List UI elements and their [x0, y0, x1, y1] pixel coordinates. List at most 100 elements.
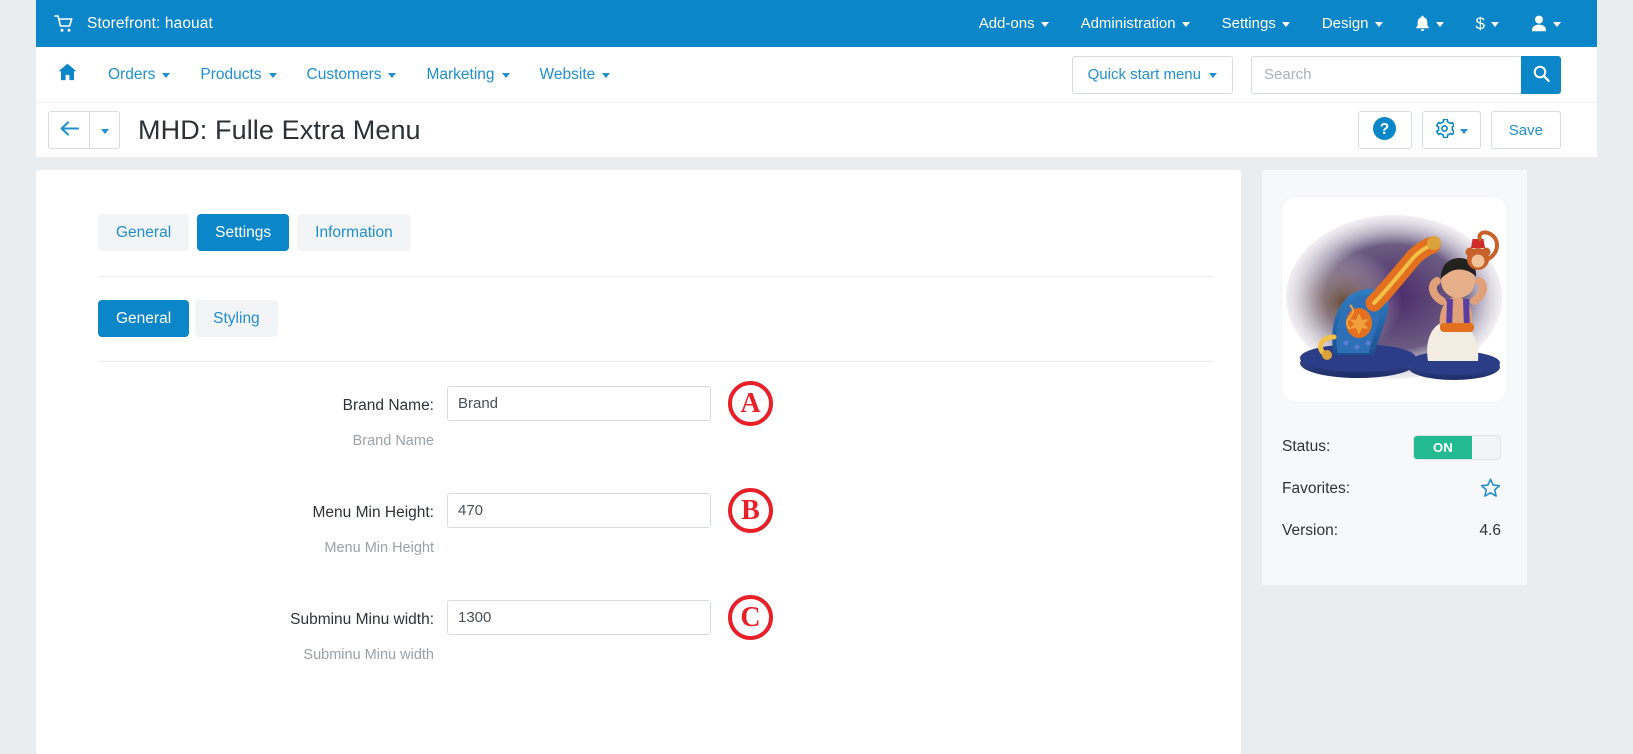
search-input[interactable]: [1251, 55, 1521, 94]
page-title: MHD: Fulle Extra Menu: [138, 114, 421, 145]
subtab-styling[interactable]: Styling: [195, 300, 278, 337]
subtabs-divider: [98, 361, 1214, 362]
user-icon: [1531, 15, 1547, 32]
menu-min-height-label: Menu Min Height:: [312, 504, 434, 521]
chevron-down-icon: [1374, 22, 1383, 27]
arrow-left-icon: [60, 121, 79, 139]
settings-form: Brand Name: A Brand Name Menu Min Height…: [36, 381, 1241, 663]
storefront-label: Storefront: haouat: [87, 14, 213, 32]
favorite-toggle-button[interactable]: [1480, 477, 1501, 501]
storefront-link[interactable]: Storefront: haouat: [36, 15, 213, 33]
nav-item-orders[interactable]: Orders: [93, 47, 185, 102]
top-menu-settings[interactable]: Settings: [1206, 0, 1306, 47]
tab-information[interactable]: Information: [297, 214, 411, 251]
chevron-down-icon: [388, 73, 397, 78]
status-toggle[interactable]: ON: [1413, 434, 1501, 460]
home-icon: [58, 63, 77, 86]
brand-name-input[interactable]: [447, 386, 711, 421]
top-menu-addons-label: Add-ons: [978, 15, 1035, 32]
app-root: Storefront: haouat Add-ons Administratio…: [0, 0, 1633, 754]
page-actions: ? Save: [1357, 111, 1597, 149]
menu-min-height-input[interactable]: [447, 493, 711, 528]
chevron-down-icon: [1435, 22, 1444, 27]
brand-name-hint: Brand Name: [352, 433, 434, 449]
nav-right-group: Quick start menu: [1071, 55, 1597, 94]
chevron-down-icon: [100, 128, 109, 134]
chevron-down-icon: [268, 73, 277, 78]
nav-item-marketing[interactable]: Marketing: [411, 47, 524, 102]
currency-icon: $: [1475, 13, 1485, 33]
top-menu-administration-label: Administration: [1080, 15, 1176, 32]
tab-settings[interactable]: Settings: [197, 214, 290, 251]
quick-start-menu-button[interactable]: Quick start menu: [1071, 55, 1233, 94]
back-button-group: [48, 111, 120, 149]
svg-text:?: ?: [1380, 121, 1389, 138]
save-button[interactable]: Save: [1490, 111, 1561, 149]
nav-item-products[interactable]: Products: [185, 47, 291, 102]
settings-gear-button[interactable]: [1421, 111, 1481, 149]
favorites-row: Favorites:: [1282, 468, 1501, 510]
version-row: Version: 4.6: [1282, 510, 1501, 552]
search-button[interactable]: [1521, 55, 1561, 94]
main-nav: Orders Products Customers Marketing Webs…: [36, 47, 1597, 102]
gear-icon: [1435, 118, 1456, 141]
nav-item-customers-label: Customers: [306, 65, 382, 83]
annotation-marker-b: B: [728, 488, 773, 533]
submenu-min-width-hint: Subminu Minu width: [303, 647, 434, 663]
submenu-min-width-label: Subminu Minu width:: [290, 611, 434, 628]
top-bar-menus: Add-ons Administration Settings Design $: [963, 0, 1597, 47]
user-menu[interactable]: [1515, 0, 1577, 47]
tab-general[interactable]: General: [98, 214, 190, 251]
status-toggle-on-label: ON: [1414, 435, 1472, 459]
nav-item-marketing-label: Marketing: [426, 65, 495, 83]
nav-item-customers[interactable]: Customers: [292, 47, 412, 102]
submenu-min-width-control: C: [447, 595, 773, 640]
subtab-general[interactable]: General: [98, 300, 190, 337]
status-row: Status: ON: [1282, 426, 1501, 468]
nav-item-home[interactable]: [36, 63, 93, 86]
search-group: [1251, 55, 1561, 94]
submenu-min-width-input[interactable]: [447, 600, 711, 635]
top-menu-design[interactable]: Design: [1306, 0, 1399, 47]
search-icon: [1533, 65, 1550, 85]
chevron-down-icon: [501, 73, 510, 78]
addon-meta: Status: ON Favorites: Version: 4.6: [1262, 402, 1527, 552]
help-button[interactable]: ?: [1357, 111, 1412, 149]
nav-item-website-label: Website: [539, 65, 596, 83]
brand-name-label: Brand Name:: [342, 397, 434, 414]
top-menu-design-label: Design: [1321, 15, 1369, 32]
form-row-brand-name: Brand Name: A: [36, 381, 1241, 426]
chevron-down-icon: [1181, 22, 1190, 27]
top-menu-administration[interactable]: Administration: [1065, 0, 1206, 47]
tabs-divider: [98, 276, 1214, 277]
chevron-down-icon: [1459, 128, 1468, 134]
back-dropdown-button[interactable]: [90, 111, 120, 149]
secondary-tabs: General Styling: [36, 300, 1241, 337]
addon-thumbnail: [1282, 197, 1507, 402]
top-menu-settings-label: Settings: [1221, 15, 1276, 32]
chevron-down-icon: [1040, 22, 1049, 27]
annotation-marker-a: A: [728, 381, 773, 426]
nav-item-products-label: Products: [200, 65, 262, 83]
back-button[interactable]: [48, 111, 90, 149]
menu-min-height-control: B: [447, 488, 773, 533]
chevron-down-icon: [162, 73, 171, 78]
currency-menu[interactable]: $: [1460, 0, 1515, 47]
status-toggle-knob: [1472, 435, 1500, 459]
favorites-label: Favorites:: [1282, 480, 1351, 497]
help-circle-icon: ?: [1372, 116, 1397, 144]
nav-item-orders-label: Orders: [108, 65, 156, 83]
chevron-down-icon: [1553, 22, 1561, 27]
content-card: General Settings Information General Sty…: [36, 170, 1241, 754]
notifications-menu[interactable]: [1399, 0, 1460, 47]
brand-name-control: A: [447, 381, 773, 426]
chevron-down-icon: [1209, 73, 1217, 78]
version-value: 4.6: [1479, 522, 1501, 539]
aladdin-lamp-illustration: [1282, 197, 1507, 402]
nav-item-website[interactable]: Website: [525, 47, 626, 102]
addon-sidebar: Status: ON Favorites: Version: 4.6: [1262, 170, 1527, 585]
top-menu-addons[interactable]: Add-ons: [963, 0, 1065, 47]
form-row-submenu-min-width: Subminu Minu width: C: [36, 595, 1241, 640]
page-title-bar: MHD: Fulle Extra Menu ? Save: [36, 102, 1597, 157]
